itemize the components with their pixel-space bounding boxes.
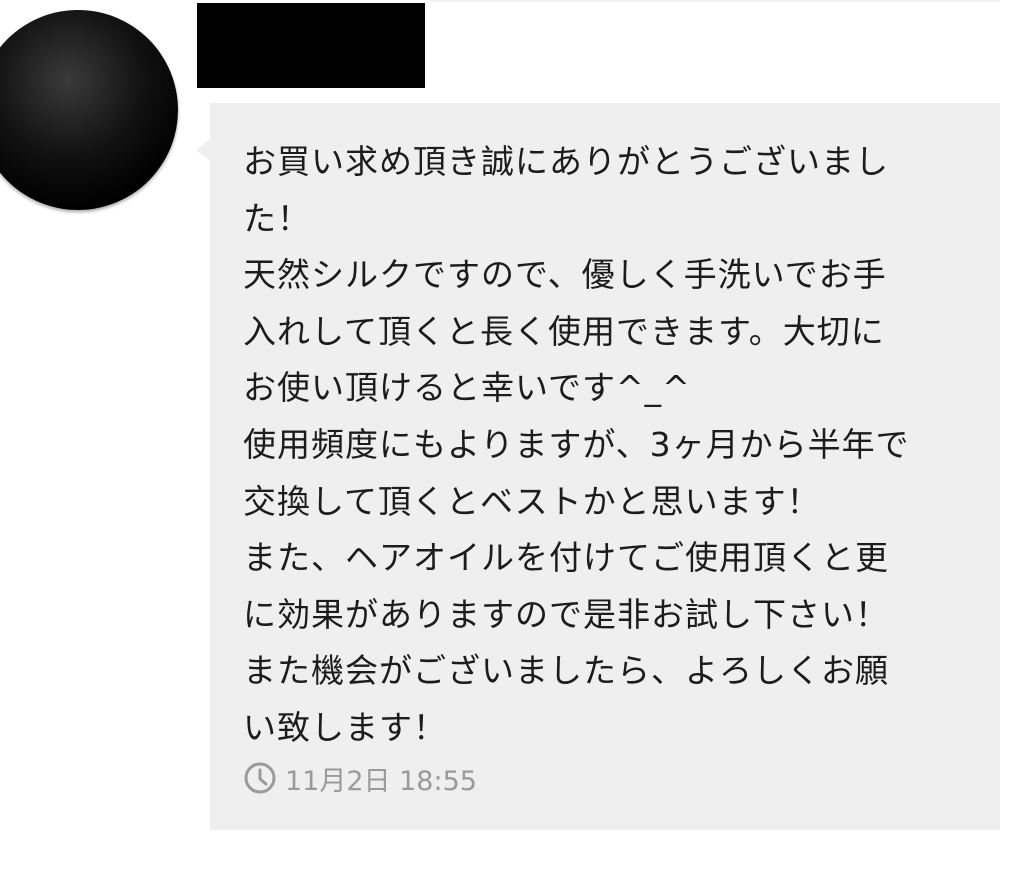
message-line: 使用頻度にもよりますが、3ヶ月から半年で (243, 424, 910, 464)
message-line: 天然シルクですので、優しく手洗いでお手 (243, 255, 887, 295)
message-line: また、ヘアオイルを付けてご使用頂くと更 (243, 538, 889, 578)
message-line: い致します！ (243, 707, 447, 747)
message-timestamp: 11月2日 18:55 (243, 757, 477, 799)
timestamp-text: 11月2日 18:55 (285, 765, 477, 797)
message-line: 交換して頂くとベストかと思います！ (243, 481, 821, 521)
avatar[interactable] (0, 10, 178, 210)
message-line: た！ (243, 198, 311, 238)
message-line: に効果がありますので是非お試し下さい！ (243, 594, 889, 634)
message-line: お買い求め頂き誠にありがとうございまし (243, 142, 889, 181)
message-line: お使い頂けると幸いです^_^ (243, 368, 691, 408)
divider (430, 0, 1000, 2)
message-line: 入れして頂くと長く使用できます。大切に (243, 311, 885, 351)
sender-name-redacted (197, 3, 425, 88)
message-body: お買い求め頂き誠にありがとうございまし た！ 天然シルクですので、優しく手洗いで… (243, 134, 983, 757)
clock-icon (244, 762, 276, 794)
message-line: また機会がございましたら、よろしくお願 (243, 651, 889, 691)
